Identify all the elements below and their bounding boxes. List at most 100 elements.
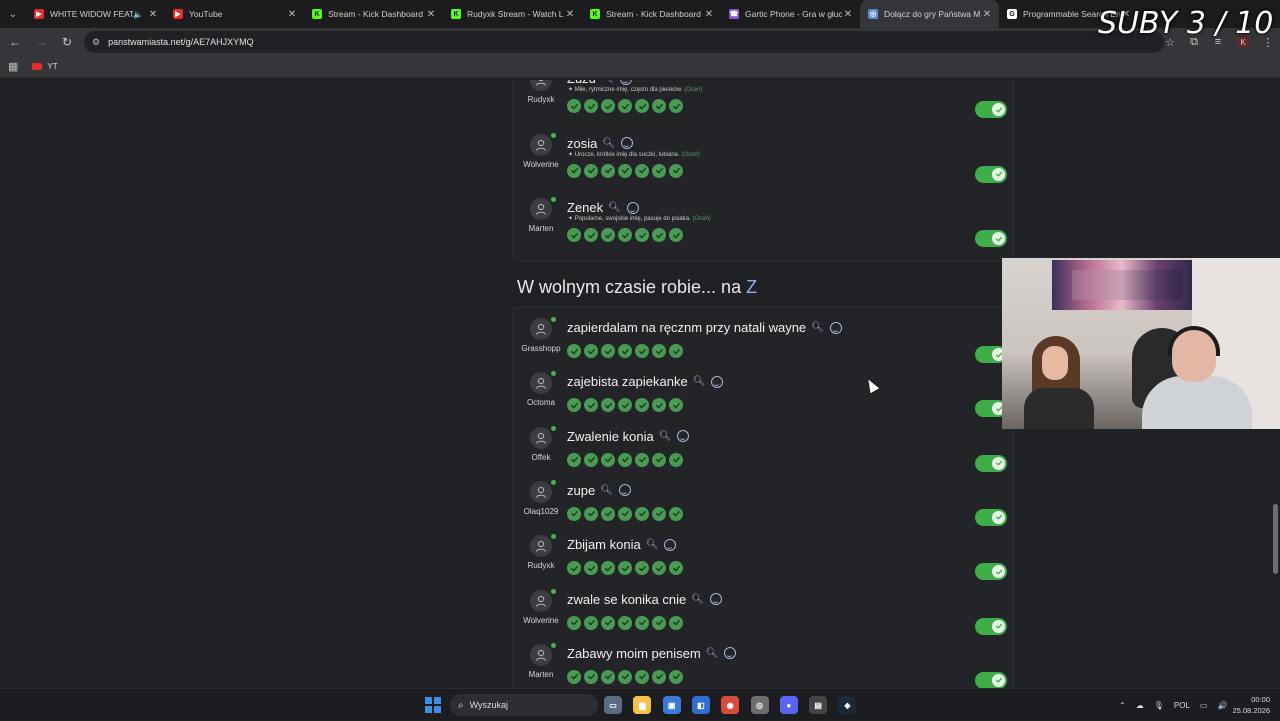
discord-icon[interactable]: ● — [779, 696, 798, 714]
search-icon[interactable]: 🔍︎ — [811, 322, 824, 333]
vote-check-icon — [669, 344, 683, 358]
answer-text-group: Zenek 🔍︎ — [567, 200, 639, 215]
url-text: panstwamiasta.net/g/AE7AHJXYMQ — [108, 37, 254, 47]
accept-toggle[interactable] — [975, 617, 1007, 635]
language-indicator[interactable]: POL — [1174, 701, 1190, 710]
vote-check-icon — [652, 99, 666, 113]
tab-close-icon[interactable]: ✕ — [286, 9, 298, 20]
address-bar[interactable]: ⚙ panstwamiasta.net/g/AE7AHJXYMQ — [84, 31, 1164, 53]
microphone-icon[interactable]: 🎙 — [1154, 701, 1164, 710]
player-avatar-icon — [530, 535, 552, 558]
taskbar-search-placeholder: Wyszukaj — [469, 700, 509, 710]
search-icon[interactable]: 🔍︎ — [706, 648, 719, 659]
site-info-icon[interactable]: ⚙ — [92, 37, 100, 48]
emoji-react-icon[interactable] — [618, 484, 631, 497]
system-tray: ⌃ ☁ 🎙 POL ▭ 🔊 00:00 25.08.2026 — [1114, 689, 1280, 721]
accept-toggle[interactable] — [975, 671, 1007, 688]
player-avatar-icon — [530, 426, 552, 449]
browser-tab[interactable]: ☎ Gartic Phone - Gra w głuc ✕ — [721, 0, 860, 28]
vote-check-icon — [567, 163, 581, 178]
rate-link[interactable]: (Oceń) — [692, 216, 710, 222]
file-explorer-icon[interactable]: ▆ — [633, 696, 652, 714]
vote-check-icon — [635, 228, 649, 242]
back-arrow-icon[interactable]: ← — [4, 31, 26, 53]
vote-check-icon — [584, 561, 598, 576]
ai-hint-text: Popularne, swojskie imię, pasuje do psia… — [574, 216, 691, 222]
search-icon[interactable]: 🔍︎ — [608, 202, 621, 213]
search-icon[interactable]: 🔍︎ — [691, 594, 704, 605]
accept-toggle[interactable] — [975, 454, 1007, 472]
answer-row: Marten Zenek 🔍︎ ✦ Popularne, swojskie imię,… — [513, 190, 1013, 247]
player-avatar-icon — [530, 198, 552, 220]
accept-toggle[interactable] — [975, 101, 1007, 118]
taskbar-search[interactable]: ⌕ Wyszukaj — [450, 694, 598, 716]
taskbar-clock[interactable]: 00:00 25.08.2026 — [1232, 694, 1270, 716]
accept-toggle[interactable] — [975, 563, 1007, 581]
emoji-react-icon[interactable] — [709, 593, 722, 605]
tray-chevron-icon[interactable]: ⌃ — [1119, 701, 1126, 710]
tab-close-icon[interactable]: ✕ — [842, 9, 854, 20]
answer-text: Zabawy moim penisem — [567, 645, 701, 661]
chrome-icon[interactable]: ◉ — [721, 696, 740, 714]
accept-toggle[interactable] — [975, 508, 1007, 526]
search-icon[interactable]: 🔍︎ — [646, 539, 659, 550]
player-name: Wolverine — [523, 159, 559, 169]
tab-close-icon[interactable]: ✕ — [147, 9, 159, 20]
tab-close-icon[interactable]: ✕ — [425, 9, 437, 20]
answer-text: zosia — [567, 135, 598, 151]
accept-toggle[interactable] — [975, 230, 1007, 247]
page-scrollbar[interactable] — [1273, 504, 1278, 574]
answers-card-previous: RudyxkZuzu🔍︎✦ Miłe, rytmiczne imię, częs… — [512, 80, 1014, 261]
vote-check-icon — [635, 398, 649, 413]
answer-text-group: zupe 🔍︎ — [567, 483, 631, 498]
app-icon[interactable]: ◎ — [750, 696, 769, 714]
search-icon[interactable]: 🔍︎ — [602, 138, 615, 149]
browser-tab[interactable]: K Stream - Kick Dashboard ✕ — [582, 0, 721, 28]
emoji-react-icon[interactable] — [664, 538, 677, 551]
browser-tab[interactable]: K Rudyxk Stream - Watch Li ✕ — [443, 0, 582, 28]
tab-close-icon[interactable]: ✕ — [981, 9, 993, 20]
vote-check-icon — [669, 615, 683, 630]
search-icon[interactable]: 🔍︎ — [693, 376, 706, 387]
browser-tab[interactable]: ▶ WHITE WIDOW FEAT. 🔈 ✕ — [26, 0, 165, 28]
search-icon[interactable]: 🔍︎ — [601, 80, 614, 84]
outlook-icon[interactable]: ◧ — [691, 696, 710, 714]
emoji-react-icon[interactable] — [711, 375, 724, 388]
apps-grid-icon[interactable]: ▦ — [8, 60, 18, 73]
online-status-dot — [551, 425, 556, 431]
vote-check-icon — [601, 615, 615, 630]
bookmark-yt[interactable]: YT — [47, 62, 57, 71]
task-view-icon[interactable]: ▭ — [604, 696, 622, 714]
emoji-react-icon[interactable] — [626, 201, 639, 214]
vote-check-icon — [635, 506, 649, 521]
windows-start-icon[interactable] — [425, 697, 441, 713]
forward-arrow-icon[interactable]: → — [30, 31, 52, 53]
tab-close-icon[interactable]: ✕ — [564, 9, 576, 20]
reload-icon[interactable]: ↻ — [56, 31, 78, 53]
accept-toggle[interactable] — [975, 165, 1007, 183]
emoji-react-icon[interactable] — [621, 137, 634, 149]
emoji-react-icon[interactable] — [724, 647, 737, 660]
vote-check-icon — [567, 452, 581, 467]
search-icon[interactable]: 🔍︎ — [659, 431, 672, 442]
store-icon[interactable]: ▣ — [662, 696, 681, 714]
emoji-react-icon[interactable] — [619, 80, 632, 85]
browser-tab[interactable]: ◎ Dołącz do gry Państwa M ✕ — [860, 0, 999, 28]
volume-icon[interactable]: 🔊 — [1217, 701, 1227, 710]
app-icon[interactable]: ▤ — [809, 696, 828, 714]
search-icon[interactable]: 🔍︎ — [600, 485, 613, 496]
steam-icon[interactable]: ◈ — [838, 696, 857, 714]
rate-link[interactable]: (Oceń) — [681, 152, 699, 158]
emoji-react-icon[interactable] — [829, 321, 842, 334]
rate-link[interactable]: (Oceń) — [684, 87, 702, 93]
tab-search-chevron-icon[interactable]: ⌄ — [0, 0, 26, 28]
player-avatar-icon — [530, 318, 552, 340]
onedrive-icon[interactable]: ☁ — [1136, 701, 1144, 710]
browser-tab[interactable]: ▶ YouTube ✕ — [165, 0, 304, 28]
tab-close-icon[interactable]: ✕ — [703, 9, 715, 20]
vote-check-icon — [669, 99, 683, 113]
emoji-react-icon[interactable] — [677, 430, 690, 443]
browser-tab[interactable]: K Stream - Kick Dashboard ✕ — [304, 0, 443, 28]
tab-audio-icon[interactable]: 🔈 — [133, 10, 143, 19]
network-icon[interactable]: ▭ — [1200, 701, 1208, 710]
